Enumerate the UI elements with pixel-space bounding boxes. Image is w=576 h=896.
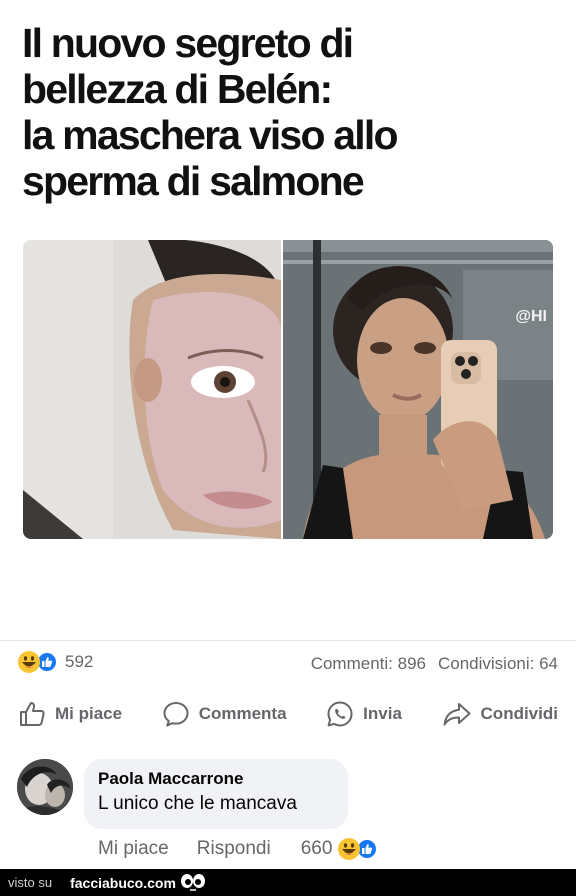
post-image[interactable]: @HI xyxy=(23,240,553,539)
like-label: Mi piace xyxy=(55,704,123,723)
comment-reaction-count[interactable]: 660 xyxy=(301,838,333,860)
post-actions-bar: Mi piace Commenta Invia Condividi xyxy=(18,700,558,728)
photo-selfie: @HI xyxy=(283,240,553,539)
headline-line-1: Il nuovo segreto di xyxy=(22,20,354,66)
watermark-footer: visto su facciabuco.com xyxy=(0,869,576,896)
image-watermark: @HI xyxy=(515,308,547,325)
comment-label: Commenta xyxy=(198,704,287,723)
send-label: Invia xyxy=(363,704,402,723)
comment-bubble: Paola Maccarrone L unico che le mancava xyxy=(84,759,348,829)
post-stats: Commenti: 896 Condivisioni: 64 xyxy=(311,654,558,674)
laugh-emoji-icon xyxy=(18,651,40,673)
comment-button[interactable]: Commenta xyxy=(162,700,287,728)
headline-line-4: sperma di salmone xyxy=(22,158,365,204)
comment-text: L unico che le mancava xyxy=(98,793,297,814)
divider xyxy=(0,640,576,641)
comment-bubble-icon xyxy=(163,702,189,727)
share-button[interactable]: Condividi xyxy=(442,700,558,728)
eyes-logo-icon xyxy=(180,873,205,891)
comment-actions: Mi piace Rispondi 660 xyxy=(98,838,379,860)
send-button[interactable]: Invia xyxy=(326,700,402,728)
comment-like-button[interactable]: Mi piace xyxy=(98,838,169,860)
thumbs-up-icon xyxy=(20,702,45,726)
share-label: Condividi xyxy=(480,704,558,723)
avatar-photo xyxy=(17,759,73,815)
post-headline: Il nuovo segreto di bellezza di Belén: l… xyxy=(22,20,542,204)
reactions-summary[interactable]: 592 xyxy=(18,651,93,673)
comment-reply-button[interactable]: Rispondi xyxy=(197,838,271,860)
face-mask-illustration xyxy=(23,240,281,539)
headline-line-2: bellezza di Belén: xyxy=(22,66,333,112)
photo-face-mask xyxy=(23,240,281,539)
reaction-count: 592 xyxy=(65,652,94,671)
avatar[interactable] xyxy=(17,759,73,815)
whatsapp-icon xyxy=(327,701,353,727)
comments-count[interactable]: Commenti: 896 xyxy=(311,654,426,674)
footer-site-name: facciabuco.com xyxy=(70,874,176,891)
comment-author[interactable]: Paola Maccarrone xyxy=(98,769,334,789)
selfie-illustration xyxy=(283,240,553,539)
shares-count[interactable]: Condivisioni: 64 xyxy=(438,654,558,674)
footer-visto-label: visto su xyxy=(8,875,53,890)
headline-line-3: la maschera viso allo xyxy=(22,112,399,158)
laugh-emoji-icon xyxy=(338,838,361,860)
like-button[interactable]: Mi piace xyxy=(18,700,122,728)
share-arrow-icon xyxy=(443,703,471,726)
